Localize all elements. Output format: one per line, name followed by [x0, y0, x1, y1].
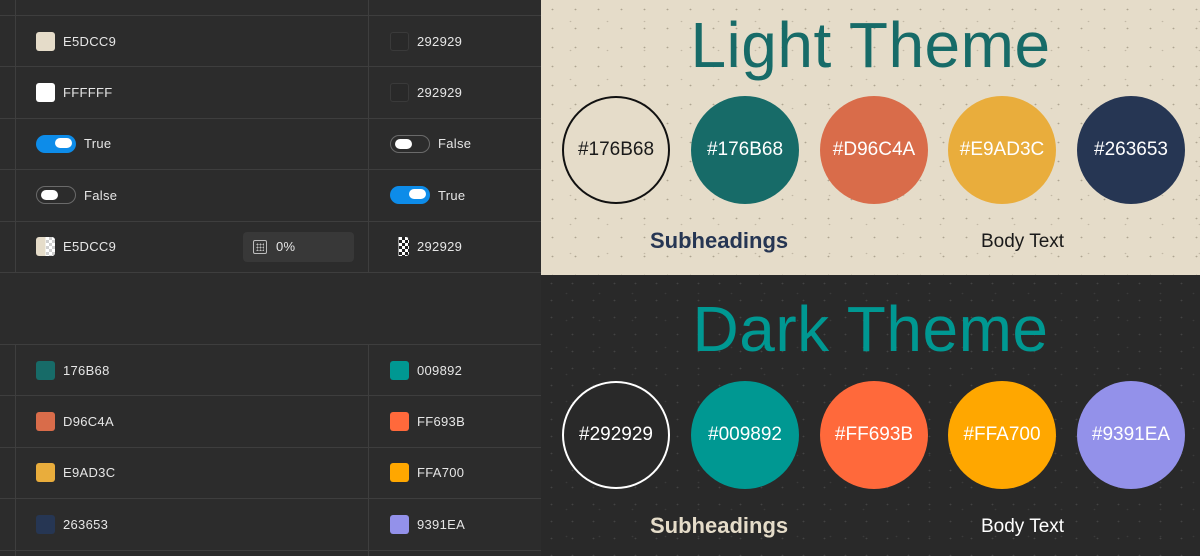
opacity-value: 0%: [276, 239, 296, 254]
light-mode-cell[interactable]: False: [36, 170, 117, 221]
variable-value: 292929: [417, 239, 463, 254]
color-swatch-circle: #009892: [691, 381, 799, 489]
color-swatch[interactable]: [36, 361, 55, 380]
dark-mode-cell[interactable]: FFA700: [390, 447, 464, 498]
color-swatch[interactable]: [36, 463, 55, 482]
table-row: D96C4A FF693B: [0, 396, 541, 448]
color-swatch-circle: #D96C4A: [820, 96, 928, 204]
table-row: 176B68 009892: [0, 344, 541, 396]
color-swatch[interactable]: [390, 32, 409, 51]
color-swatch-circle: #263653: [1077, 96, 1185, 204]
variable-value: False: [84, 187, 118, 203]
variable-value: 9391EA: [417, 516, 466, 532]
boolean-toggle[interactable]: [36, 186, 76, 204]
opacity-input[interactable]: 0%: [243, 231, 354, 262]
toggle-knob: [395, 138, 412, 149]
table-row: False True: [0, 170, 541, 222]
dark-theme-title: Dark Theme: [692, 293, 1049, 365]
dark-mode-cell[interactable]: False: [390, 118, 471, 169]
table-row: E9AD3C FFA700: [0, 447, 541, 499]
variable-value: E5DCC9: [63, 239, 117, 254]
table-row: FFFFFF 292929: [0, 67, 541, 119]
color-swatch-circle: #E9AD3C: [948, 96, 1056, 204]
boolean-toggle[interactable]: [390, 186, 430, 204]
variable-value: D96C4A: [63, 413, 114, 429]
dark-mode-cell[interactable]: 292929: [390, 16, 462, 67]
table-row: 263653 9391EA: [0, 499, 541, 551]
variable-value: 009892: [417, 363, 463, 378]
color-swatch-transparent[interactable]: [36, 237, 55, 256]
toggle-knob: [55, 137, 72, 148]
color-swatch-circle: #9391EA: [1077, 381, 1185, 489]
light-mode-cell[interactable]: D96C4A: [36, 396, 114, 447]
light-mode-cell[interactable]: E5DCC9: [36, 221, 116, 272]
variable-value: 263653: [63, 516, 109, 532]
dark-mode-cell[interactable]: 9391EA: [390, 499, 465, 550]
toggle-knob: [409, 189, 426, 199]
variable-value: 292929: [417, 84, 463, 100]
color-swatch[interactable]: [390, 82, 409, 102]
variable-value: 292929: [417, 34, 463, 49]
variable-value: FFFFFF: [63, 84, 113, 100]
dark-mode-cell[interactable]: 009892: [390, 345, 462, 396]
table-row: True False: [0, 118, 541, 170]
variables-table: E5DCC9 292929 FFFFFF 292929 True False False Tr…: [0, 0, 541, 556]
variable-value: True: [438, 187, 466, 203]
light-subheadings-sample: Subheadings: [650, 228, 789, 253]
dark-mode-cell[interactable]: 292929: [390, 221, 462, 272]
light-mode-cell[interactable]: FFFFFF: [36, 67, 112, 118]
color-swatch[interactable]: [36, 514, 55, 534]
color-swatch[interactable]: [390, 411, 409, 431]
color-swatch-transparent[interactable]: [390, 237, 409, 256]
color-swatch[interactable]: [390, 361, 409, 380]
color-swatch[interactable]: [36, 411, 55, 431]
table-row: E5DCC9 292929: [0, 15, 541, 67]
variable-value: E5DCC9: [63, 34, 117, 49]
table-row: E5DCC9 0% 292929: [0, 221, 541, 273]
toggle-knob: [41, 190, 58, 200]
color-swatch-circle: #292929: [562, 381, 670, 489]
variable-value: E9AD3C: [63, 465, 116, 480]
color-swatch-circle: #FF693B: [820, 381, 928, 489]
dark-body-text-sample: Body Text: [981, 516, 1065, 537]
light-mode-cell[interactable]: E5DCC9: [36, 16, 116, 67]
light-mode-cell[interactable]: True: [36, 118, 111, 169]
boolean-toggle[interactable]: [36, 134, 76, 153]
color-swatch[interactable]: [36, 32, 55, 51]
light-theme-title: Light Theme: [690, 9, 1051, 81]
variable-value: True: [84, 136, 112, 151]
dark-subheadings-sample: Subheadings: [650, 513, 789, 538]
variable-value: FF693B: [417, 413, 466, 429]
group-gap: [0, 272, 541, 344]
color-swatch[interactable]: [390, 514, 409, 534]
dark-theme-panel: Dark Theme #292929 #009892 #FF693B #FFA700 #…: [541, 275, 1200, 556]
boolean-toggle[interactable]: [390, 134, 430, 153]
color-swatch-circle: #176B68: [562, 96, 670, 204]
variable-value: False: [438, 136, 472, 151]
opacity-icon: [253, 239, 267, 254]
light-mode-cell[interactable]: 263653: [36, 499, 108, 550]
color-swatch-circle: #176B68: [691, 96, 799, 204]
variable-value: FFA700: [417, 465, 465, 480]
light-body-text-sample: Body Text: [981, 231, 1065, 252]
light-mode-cell[interactable]: E9AD3C: [36, 447, 115, 498]
light-theme-panel: Light Theme #176B68 #176B68 #D96C4A #E9AD3C…: [541, 0, 1200, 275]
variable-value: 176B68: [63, 363, 110, 378]
dark-mode-cell[interactable]: 292929: [390, 67, 462, 118]
dark-mode-cell[interactable]: True: [390, 170, 465, 221]
color-swatch[interactable]: [36, 82, 55, 102]
color-swatch[interactable]: [390, 463, 409, 482]
light-mode-cell[interactable]: 176B68: [36, 345, 110, 396]
dark-mode-cell[interactable]: FF693B: [390, 396, 465, 447]
opacity-field[interactable]: 0%: [243, 221, 354, 272]
color-swatch-circle: #FFA700: [948, 381, 1056, 489]
